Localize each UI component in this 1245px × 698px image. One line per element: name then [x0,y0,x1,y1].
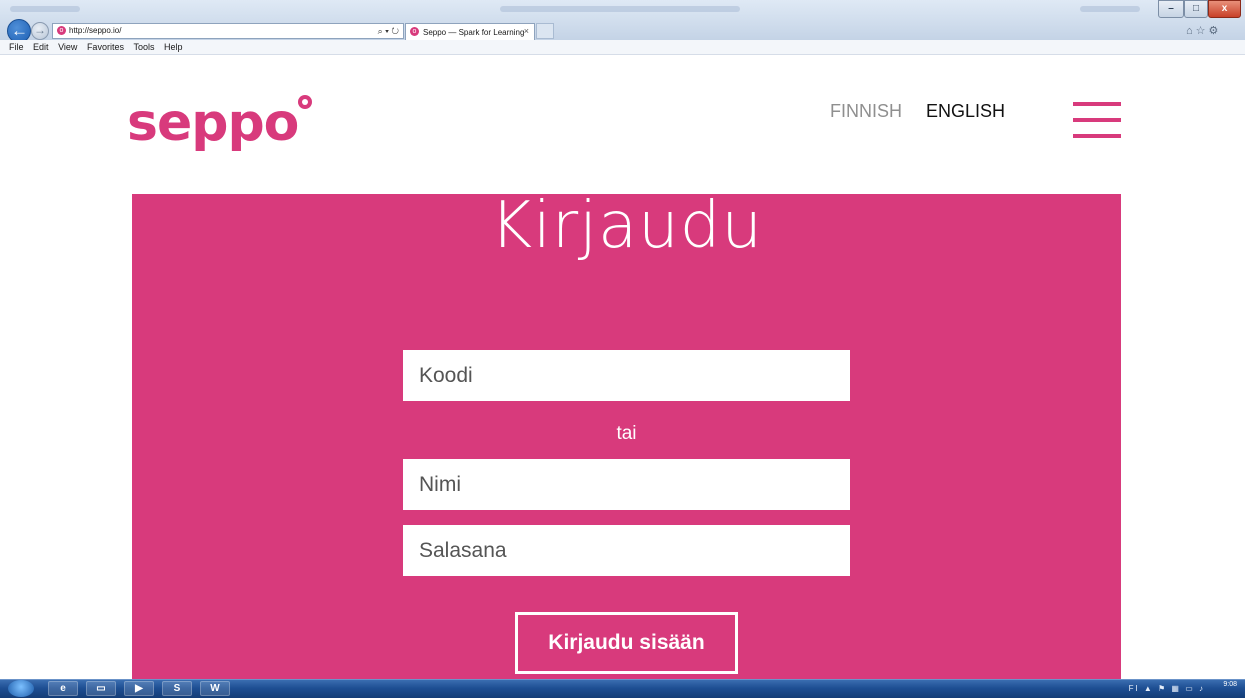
address-url: http://seppo.io/ [69,26,122,35]
menu-edit[interactable]: Edit [33,42,49,52]
page-title: Kirjaudu [490,189,763,263]
lang-finnish-link[interactable]: FINNISH [830,100,902,122]
login-button[interactable]: Kirjaudu sisään [515,612,738,674]
search-refresh-icon[interactable]: ⌕ ▾ ↻ [378,24,399,38]
tray-lang: FI [1128,684,1140,693]
browser-titlebar: ← → o http://seppo.io/ ⌕ ▾ ↻ o Seppo — S… [0,0,1245,43]
browser-tool-icons[interactable]: ⌂☆⚙ [1186,24,1221,37]
minimize-icon: – [1168,3,1174,14]
password-input[interactable] [417,538,841,564]
code-input[interactable] [417,363,841,389]
tab-close-icon[interactable]: × [524,24,529,39]
taskbar-word-icon[interactable]: W [200,681,230,696]
menu-file[interactable]: File [9,42,24,52]
logo-text: seppo [127,93,299,153]
blurred-toolbar [10,6,80,12]
minimize-button[interactable]: – [1158,0,1184,18]
or-separator: tai [616,423,637,444]
address-bar[interactable]: o http://seppo.io/ ⌕ ▾ ↻ [52,23,404,39]
forward-button[interactable]: → [31,22,49,40]
close-button[interactable]: x [1208,0,1241,18]
taskbar-media-icon[interactable]: ▶ [124,681,154,696]
menu-view[interactable]: View [58,42,77,52]
arrow-right-icon: → [34,23,46,37]
name-field[interactable] [403,459,850,510]
blurred-status [1080,6,1140,12]
maximize-button[interactable]: □ [1184,0,1208,18]
logo-dot-icon [298,95,313,109]
seppo-logo[interactable]: seppo [127,88,313,158]
tab-title: Seppo — Spark for Learning [423,28,525,37]
menu-help[interactable]: Help [164,42,183,52]
site-favicon-icon: o [57,26,66,35]
system-tray[interactable]: FI ▲ ⚑ ▦ ▭ ♪ [1129,680,1205,697]
taskbar-clock[interactable]: 9:08 [1223,680,1237,689]
taskbar-explorer-icon[interactable]: ▭ [86,681,116,696]
maximize-icon: □ [1192,3,1200,14]
close-icon: x [1221,3,1228,14]
lang-english-link[interactable]: ENGLISH [926,100,1005,122]
code-field[interactable] [403,350,850,401]
password-field[interactable] [403,525,850,576]
blurred-title [500,6,740,12]
menu-tools[interactable]: Tools [133,42,154,52]
taskbar-ie-icon[interactable]: e [48,681,78,696]
name-input[interactable] [417,472,841,498]
arrow-left-icon: ← [11,21,28,40]
login-panel: Kirjaudu tai Kirjaudu sisään [132,194,1121,679]
taskbar-skype-icon[interactable]: S [162,681,192,696]
browser-tab-seppo[interactable]: o Seppo — Spark for Learning × [405,23,535,40]
tab-favicon-icon: o [410,27,419,36]
menu-bar: File Edit View Favorites Tools Help [0,40,1245,55]
windows-taskbar: e ▭ ▶ S W FI ▲ ⚑ ▦ ▭ ♪ 9:08 [0,679,1245,698]
menu-favorites[interactable]: Favorites [87,42,124,52]
hamburger-menu-icon[interactable] [1073,102,1121,138]
new-tab-button[interactable] [536,23,554,39]
clock-time: 9:08 [1223,681,1237,688]
start-button[interactable] [8,680,34,697]
